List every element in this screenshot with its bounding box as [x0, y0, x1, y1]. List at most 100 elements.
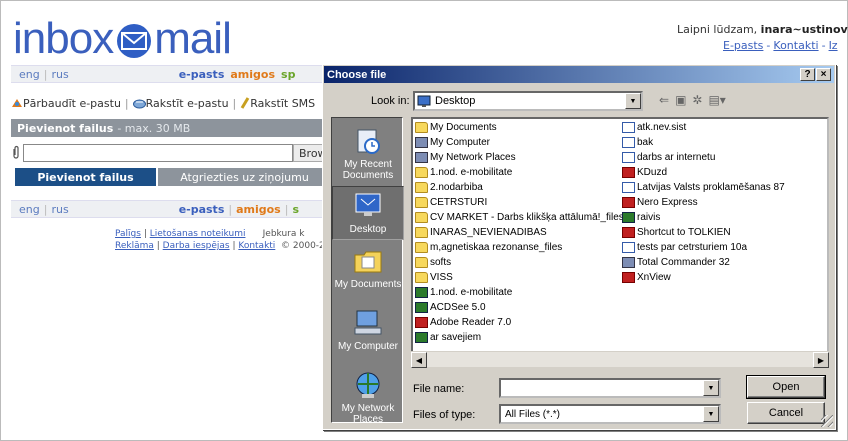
footer-link-help[interactable]: Palīgs	[115, 229, 141, 239]
file-name: INARAS_NEVIENADIBAS	[430, 227, 547, 238]
footer-link-jobs[interactable]: Darba iespējas	[163, 241, 230, 251]
file-name-field[interactable]: ▼	[499, 378, 721, 398]
attach-tabs: Pievienot failus Atgriezties uz ziņojumu	[15, 168, 331, 186]
doc-icon	[622, 242, 635, 253]
lang-rus[interactable]: rus	[51, 68, 68, 81]
tab-back-to-message[interactable]: Atgriezties uz ziņojumu	[158, 168, 331, 186]
attach-file-input[interactable]	[23, 144, 293, 162]
list-item[interactable]: ACDSee 5.0	[415, 301, 486, 314]
help-button[interactable]: ?	[800, 68, 815, 81]
file-name: raivis	[637, 212, 661, 223]
list-item[interactable]: 2.nodarbiba	[415, 181, 483, 194]
list-item[interactable]: Nero Express	[622, 196, 698, 209]
place-my-computer[interactable]: My Computer	[332, 308, 404, 352]
list-item[interactable]: VISS	[415, 271, 453, 284]
place-my-documents[interactable]: My Documents	[332, 246, 404, 290]
nav-s-bottom[interactable]: s	[292, 203, 299, 216]
cancel-button[interactable]: Cancel	[747, 402, 825, 424]
doc-icon	[622, 137, 635, 148]
link-epasts[interactable]: E-pasts	[723, 39, 763, 52]
dialog-titlebar[interactable]: Choose file ? ×	[324, 66, 834, 83]
tab-add-files[interactable]: Pievienot failus	[15, 168, 156, 186]
nav-epasts[interactable]: e-pasts	[179, 68, 225, 81]
list-item[interactable]: softs	[415, 256, 451, 269]
scroll-left-icon[interactable]: ◀	[411, 352, 427, 368]
file-name: VISS	[430, 272, 453, 283]
place-label-documents: My Documents	[334, 279, 402, 290]
list-item[interactable]: bak	[622, 136, 653, 149]
list-item[interactable]: My Documents	[415, 121, 497, 134]
write-sms-button[interactable]: Rakstīt SMS	[240, 97, 315, 110]
network-icon	[415, 152, 428, 163]
inbox-mail-logo[interactable]: inbox mail	[13, 17, 232, 61]
list-item[interactable]: darbs ar internetu	[622, 151, 715, 164]
folder-icon	[415, 122, 428, 133]
list-item[interactable]: Latvijas Valsts proklamēšanas 87	[622, 181, 785, 194]
list-item[interactable]: ar savejiem	[415, 331, 481, 344]
compose-icon	[132, 99, 146, 109]
look-in-select[interactable]: Desktop ▼	[413, 91, 643, 111]
file-name: 1.nod. e-mobilitate	[430, 287, 513, 298]
lang-eng-bottom[interactable]: eng	[19, 203, 40, 216]
network-places-icon	[356, 372, 380, 398]
welcome-label: Laipni lūdzam,	[677, 23, 758, 36]
chevron-down-icon[interactable]: ▼	[703, 406, 719, 422]
list-item[interactable]: CETRSTURI	[415, 196, 487, 209]
list-item[interactable]: 1.nod. e-mobilitate	[415, 166, 512, 179]
new-folder-icon[interactable]: ✲	[692, 93, 702, 107]
back-arrow-icon[interactable]: ⇐	[659, 93, 669, 107]
file-name: Shortcut to TOLKIEN	[637, 227, 731, 238]
list-item[interactable]: Adobe Reader 7.0	[415, 316, 511, 329]
list-item[interactable]: Total Commander 32	[622, 256, 730, 269]
nav-sp[interactable]: sp	[281, 68, 295, 81]
nav-amigos[interactable]: amigos	[230, 68, 275, 81]
lang-rus-bottom[interactable]: rus	[51, 203, 68, 216]
file-name-label: File name:	[413, 383, 465, 395]
files-of-type-select[interactable]: All Files (*.*) ▼	[499, 404, 721, 424]
shortcut-icon	[622, 227, 635, 238]
footer-link-ads[interactable]: Reklāma	[115, 241, 154, 251]
link-iz[interactable]: Iz	[829, 39, 838, 52]
view-menu-icon[interactable]: ▤▾	[708, 93, 725, 107]
place-recent-documents[interactable]: My Recent Documents	[332, 126, 404, 181]
write-sms-label: Rakstīt SMS	[250, 96, 316, 110]
close-button[interactable]: ×	[816, 68, 831, 81]
resize-grip[interactable]	[821, 415, 833, 427]
list-item[interactable]: atk.nev.sist	[622, 121, 686, 134]
check-mail-button[interactable]: Pārbaudīt e-pastu	[11, 97, 121, 110]
file-name: Latvijas Valsts proklamēšanas 87	[637, 182, 785, 193]
place-network-places[interactable]: My Network Places	[332, 370, 404, 425]
file-name: CETRSTURI	[430, 197, 488, 208]
folder-icon	[415, 212, 428, 223]
lang-eng[interactable]: eng	[19, 68, 40, 81]
link-kontakti[interactable]: Kontakti	[773, 39, 818, 52]
open-button[interactable]: Open	[746, 375, 826, 399]
list-item[interactable]: raivis	[622, 211, 660, 224]
places-bar: My Recent Documents Desktop My Documents…	[331, 117, 404, 425]
list-item[interactable]: INARAS_NEVIENADIBAS	[415, 226, 547, 239]
place-label-computer: My Computer	[337, 341, 398, 352]
list-item[interactable]: My Computer	[415, 136, 490, 149]
list-item[interactable]: m,agnetiskaa rezonanse_files	[415, 241, 562, 254]
list-item[interactable]: XnView	[622, 271, 671, 284]
chevron-down-icon[interactable]: ▼	[625, 93, 641, 109]
list-item[interactable]: 1.nod. e-mobilitate	[415, 286, 512, 299]
footer-link-contacts[interactable]: Kontakti	[238, 241, 275, 251]
list-item[interactable]: CV MARKET - Darbs klikšķa attālumā!_file…	[415, 211, 624, 224]
list-item[interactable]: Shortcut to TOLKIEN	[622, 226, 731, 239]
list-item[interactable]: KDuzd	[622, 166, 667, 179]
nav-amigos-bottom[interactable]: amigos	[236, 203, 281, 216]
place-desktop[interactable]: Desktop	[332, 186, 404, 240]
compose-mail-button[interactable]: Rakstīt e-pastu	[132, 97, 229, 110]
list-item[interactable]: My Network Places	[415, 151, 516, 164]
chevron-down-icon[interactable]: ▼	[703, 380, 719, 396]
nav-epasts-bottom[interactable]: e-pasts	[179, 203, 225, 216]
list-item[interactable]: tests par cetrsturiem 10a	[622, 241, 747, 254]
file-name: atk.nev.sist	[637, 122, 687, 133]
file-name: 2.nodarbiba	[430, 182, 483, 193]
scroll-right-icon[interactable]: ▶	[813, 352, 829, 368]
up-folder-icon[interactable]: ▣	[675, 93, 686, 107]
footer-link-terms[interactable]: Lietošanas noteikumi	[150, 229, 246, 239]
check-mail-label: Pārbaudīt e-pastu	[23, 96, 121, 110]
horizontal-scrollbar[interactable]: ◀ ▶	[411, 351, 829, 368]
